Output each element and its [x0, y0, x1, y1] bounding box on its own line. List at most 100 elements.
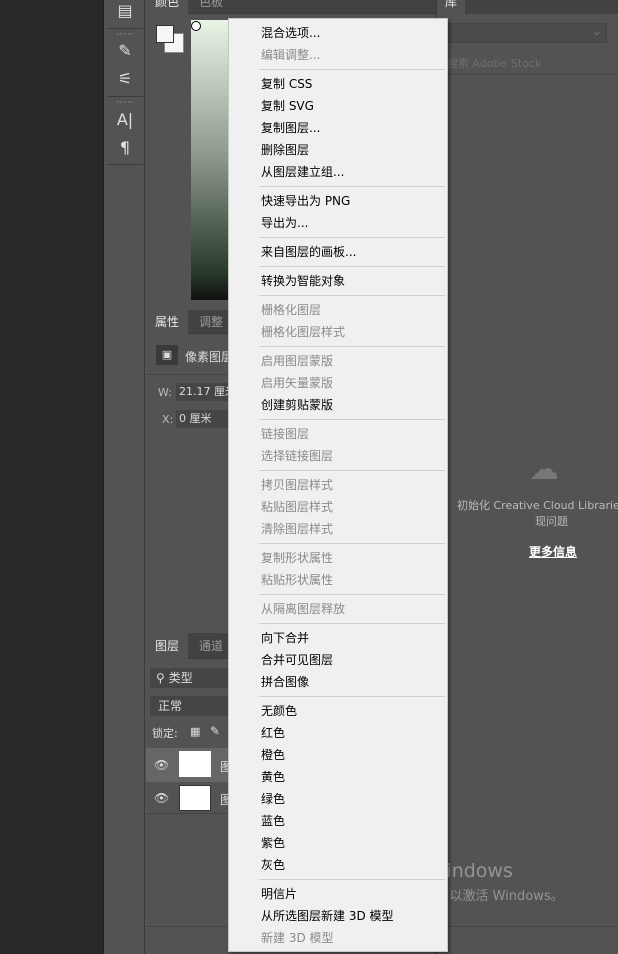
- menu-item: 复制形状属性: [261, 551, 334, 565]
- lock-paint-icon[interactable]: ✎: [210, 724, 220, 738]
- menu-separator: [229, 620, 447, 627]
- menu-item[interactable]: 拼合图像: [229, 671, 447, 693]
- menu-separator: [229, 591, 447, 598]
- lock-label: 锁定:: [152, 727, 178, 740]
- layer-type-label: 像素图层: [185, 350, 234, 364]
- divider: [437, 74, 618, 75]
- menu-item[interactable]: 删除图层: [229, 139, 447, 161]
- menu-item[interactable]: 合并可见图层: [229, 649, 447, 671]
- menu-item[interactable]: 混合选项...: [229, 22, 447, 44]
- menu-separator: [229, 540, 447, 547]
- menu-item: 栅格化图层样式: [261, 325, 346, 339]
- layer-filter-select[interactable]: ⚲ 类型: [150, 668, 240, 688]
- menu-separator: [229, 183, 447, 190]
- menu-item[interactable]: 导出为...: [229, 212, 447, 234]
- menu-item: 编辑调整...: [261, 48, 321, 62]
- panel-dock-toolbar: ▤ ✎ ⚟ A| ¶: [105, 0, 145, 954]
- paragraph-icon[interactable]: ¶: [113, 137, 137, 159]
- cloud-error-icon: ☁: [529, 452, 559, 487]
- menu-separator: [229, 292, 447, 299]
- color-panel-tabs: 颜色 色板: [146, 0, 436, 14]
- menu-separator: [229, 343, 447, 350]
- tab-channels[interactable]: 通道: [190, 633, 232, 657]
- menu-separator: [229, 693, 447, 700]
- brush-settings-icon[interactable]: ✎: [113, 40, 137, 62]
- menu-separator: [229, 876, 447, 883]
- tab-properties[interactable]: 属性: [146, 310, 189, 336]
- tab-swatches[interactable]: 色板: [190, 0, 232, 14]
- menu-item: 新建 3D 模型: [261, 931, 334, 945]
- eye-icon[interactable]: 👁: [154, 791, 169, 805]
- grip-handle[interactable]: [117, 101, 133, 103]
- chevron-down-icon: ⌄: [591, 24, 602, 38]
- divider: [437, 926, 618, 927]
- search-icon: ⚲: [156, 671, 169, 685]
- menu-item[interactable]: 绿色: [229, 788, 447, 810]
- menu-item[interactable]: 复制 SVG: [229, 95, 447, 117]
- menu-item[interactable]: 灰色: [229, 854, 447, 876]
- library-message: 初始化 Creative Cloud Libraries: [457, 499, 618, 512]
- layer-thumbnail: [179, 785, 211, 811]
- menu-item: 粘贴图层样式: [261, 500, 334, 514]
- color-picker-handle[interactable]: [191, 21, 201, 31]
- layer-context-menu: 混合选项... 编辑调整... 复制 CSS 复制 SVG 复制图层... 删除图层 从图层…: [228, 18, 448, 952]
- divider: [107, 164, 143, 165]
- menu-item[interactable]: 复制 CSS: [229, 73, 447, 95]
- menu-item[interactable]: 明信片: [229, 883, 447, 905]
- library-panel: 库 ⌄ 搜索 Adobe Stock ☁ 初始化 Creative Cloud …: [436, 0, 618, 954]
- character-icon[interactable]: A|: [113, 109, 137, 131]
- menu-item[interactable]: 橙色: [229, 744, 447, 766]
- menu-separator: [229, 467, 447, 474]
- tab-adjustments[interactable]: 调整: [190, 310, 232, 334]
- menu-item: 链接图层: [261, 427, 310, 441]
- menu-item[interactable]: 无颜色: [229, 700, 447, 722]
- menu-item[interactable]: 蓝色: [229, 810, 447, 832]
- menu-item: 从隔离图层释放: [261, 602, 346, 616]
- filter-label: 类型: [168, 671, 193, 685]
- menu-item[interactable]: 向下合并: [229, 627, 447, 649]
- menu-item: 启用矢量蒙版: [261, 376, 334, 390]
- menu-item[interactable]: 快速导出为 PNG: [229, 190, 447, 212]
- divider: [107, 96, 143, 97]
- menu-item: 启用图层蒙版: [261, 354, 334, 368]
- menu-separator: [229, 263, 447, 270]
- menu-item[interactable]: 从图层建立组...: [229, 161, 447, 183]
- menu-item[interactable]: 复制图层...: [229, 117, 447, 139]
- tab-libraries[interactable]: 库: [437, 0, 466, 14]
- x-label: X:: [162, 413, 174, 426]
- tab-layers[interactable]: 图层: [146, 633, 189, 659]
- menu-item: 粘贴形状属性: [261, 573, 334, 587]
- brush-presets-icon[interactable]: ⚟: [113, 68, 137, 90]
- grip-handle[interactable]: [117, 33, 133, 35]
- document-canvas[interactable]: [0, 0, 104, 954]
- stock-search-input[interactable]: 搜索 Adobe Stock: [447, 55, 541, 71]
- divider: [107, 28, 143, 29]
- menu-separator: [229, 66, 447, 73]
- more-info-link[interactable]: 更多信息: [529, 543, 577, 560]
- menu-item[interactable]: 创建剪贴蒙版: [229, 394, 447, 416]
- menu-item[interactable]: 红色: [229, 722, 447, 744]
- width-label: W:: [158, 386, 172, 399]
- color-picker-field[interactable]: [191, 20, 231, 300]
- foreground-color-swatch[interactable]: [156, 25, 174, 43]
- menu-item[interactable]: 紫色: [229, 832, 447, 854]
- menu-item[interactable]: 来自图层的画板...: [229, 241, 447, 263]
- library-dropdown[interactable]: ⌄: [443, 23, 607, 43]
- lock-transparency-icon[interactable]: ▦: [190, 725, 200, 738]
- menu-item: 选择链接图层: [261, 449, 334, 463]
- layer-thumbnail: [179, 751, 211, 777]
- blend-mode-select[interactable]: 正常: [150, 696, 240, 716]
- library-message-2: 现问题: [535, 515, 568, 528]
- history-brush-icon[interactable]: ▤: [113, 0, 137, 22]
- menu-item[interactable]: 从所选图层新建 3D 模型: [229, 905, 447, 927]
- pixel-layer-icon: ▣: [156, 345, 178, 365]
- menu-item: 栅格化图层: [261, 303, 322, 317]
- menu-item: 拷贝图层样式: [261, 478, 334, 492]
- menu-item[interactable]: 转换为智能对象: [229, 270, 447, 292]
- menu-item[interactable]: 黄色: [229, 766, 447, 788]
- eye-icon[interactable]: 👁: [154, 758, 169, 772]
- menu-separator: [229, 234, 447, 241]
- tab-color[interactable]: 颜色: [146, 0, 189, 14]
- menu-item: 清除图层样式: [261, 522, 334, 536]
- menu-separator: [229, 416, 447, 423]
